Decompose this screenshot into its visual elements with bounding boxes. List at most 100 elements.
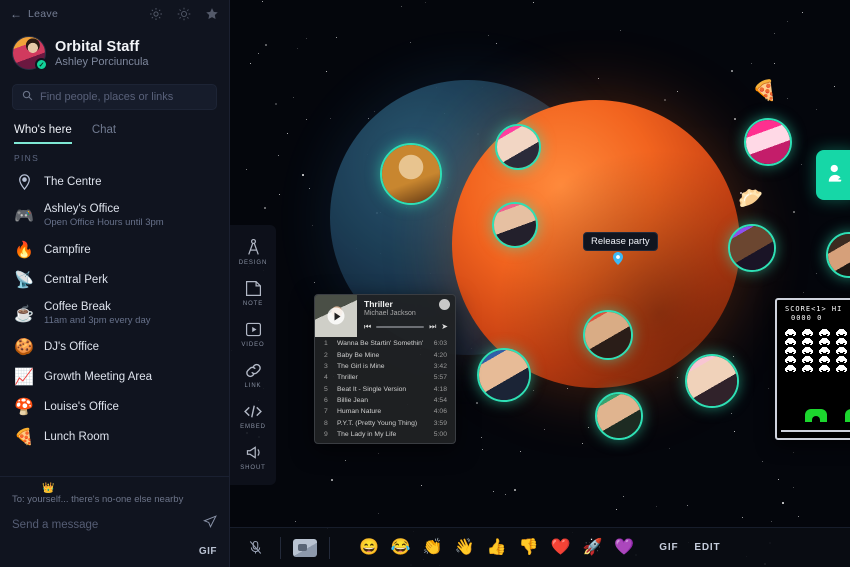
camera-thumb-icon[interactable] — [293, 538, 317, 557]
pin-item[interactable]: The Centre — [0, 167, 229, 197]
reaction-emoji[interactable]: 😄 — [354, 539, 384, 556]
pin-item[interactable]: 🔥 Campfire — [0, 235, 229, 265]
avatar-bubble-3[interactable] — [477, 348, 531, 402]
gear-icon[interactable] — [149, 7, 163, 21]
track-row[interactable]: 4 Thriller 5:57 — [315, 372, 455, 383]
tool-link[interactable]: LINK — [230, 354, 276, 395]
invader-sprite-icon — [836, 328, 847, 337]
raise-hand-card[interactable] — [816, 150, 850, 200]
tab-chat[interactable]: Chat — [92, 124, 116, 144]
pin-emoji-icon: 🎮 — [14, 207, 34, 225]
reaction-emoji[interactable]: 😂 — [386, 539, 416, 556]
space-invaders-widget[interactable]: SCORE<1> HI 0000 0 — [775, 298, 850, 440]
gif-button[interactable]: GIF — [651, 542, 686, 553]
invader-sprite-icon — [802, 346, 813, 355]
reaction-emoji[interactable]: 👎 — [514, 539, 544, 556]
pin-item[interactable]: ☕ Coffee Break 11am and 3pm every day — [0, 295, 229, 333]
track-row[interactable]: 2 Baby Be Mine 4:20 — [315, 349, 455, 360]
reaction-emoji[interactable]: 👏 — [418, 539, 448, 556]
pin-title: DJ's Office — [44, 341, 100, 354]
send-icon[interactable] — [203, 515, 217, 534]
sidebar-tabs[interactable]: Who's here Chat — [0, 114, 229, 144]
track-title: Thriller — [364, 299, 393, 309]
search-bar[interactable] — [12, 84, 217, 110]
space-canvas[interactable]: Release party 🍕 🥟 Thriller Michael Jacks… — [230, 0, 850, 567]
share-icon[interactable]: ➤ — [441, 323, 448, 331]
avatar[interactable]: ✓ — [12, 36, 48, 71]
avatar-bubble-8[interactable] — [728, 224, 776, 272]
arrow-left-icon[interactable]: ← — [10, 8, 22, 20]
room-tooltip: Release party — [583, 232, 658, 251]
message-composer: 👑 To: yourself... there's no-one else ne… — [0, 476, 229, 567]
sidebar: ← Leave ✓ Orbital Staff Ashley Porciuncu… — [0, 0, 230, 567]
track-number: 5 — [324, 385, 328, 393]
message-input-row[interactable] — [12, 509, 217, 534]
track-list[interactable]: 1 Wanna Be Startin' Somethin' 6:03 2 Baby Be… — [315, 337, 455, 443]
pin-item[interactable]: 🍕 Lunch Room — [0, 422, 229, 452]
track-row[interactable]: 6 Billie Jean 4:54 — [315, 395, 455, 406]
room-pin-icon[interactable] — [613, 252, 623, 265]
pin-item[interactable]: 📡 Central Perk — [0, 265, 229, 295]
message-input[interactable] — [12, 518, 195, 531]
pin-subtitle: 11am and 3pm every day — [44, 315, 151, 327]
avatar-bubble-7[interactable] — [744, 118, 792, 166]
avatar-bubble-dog[interactable] — [380, 143, 442, 205]
reaction-emoji[interactable]: ❤️ — [546, 539, 576, 556]
invader-row — [785, 337, 850, 346]
edit-button[interactable]: EDIT — [686, 542, 728, 553]
pin-item[interactable]: 🍄 Louise's Office — [0, 392, 229, 422]
pin-item[interactable]: 🍪 DJ's Office — [0, 332, 229, 362]
track-row[interactable]: 1 Wanna Be Startin' Somethin' 6:03 — [315, 338, 455, 349]
bottom-toolbar[interactable]: 😄 😂 👏 👋 👍 👎 ❤️ 🚀 💜 GIF EDIT — [230, 527, 850, 567]
track-number: 2 — [324, 351, 328, 359]
tool-note[interactable]: NOTE — [230, 272, 276, 313]
avatar-bubble-5[interactable] — [595, 392, 643, 440]
tab-whos-here[interactable]: Who's here — [14, 124, 72, 144]
search-input[interactable] — [40, 91, 207, 103]
avatar-bubble-2[interactable] — [492, 202, 538, 248]
tool-embed[interactable]: EMBED — [230, 395, 276, 436]
sidebar-header: ← Leave — [0, 0, 229, 28]
avatar-bubble-6[interactable] — [685, 354, 739, 408]
track-duration: 4:06 — [433, 408, 447, 416]
track-row[interactable]: 9 The Lady in My Life 5:00 — [315, 429, 455, 440]
invader-sprite-icon — [785, 355, 796, 364]
avatar-bubble-4[interactable] — [583, 310, 633, 360]
pin-item[interactable]: 🎮 Ashley's Office Open Office Hours until … — [0, 197, 229, 235]
track-row[interactable]: 3 The Girl is Mine 3:42 — [315, 361, 455, 372]
pin-title: The Centre — [44, 175, 102, 188]
ground-line — [781, 430, 850, 432]
reactions-section[interactable]: 😄 😂 👏 👋 👍 👎 ❤️ 🚀 💜 — [330, 528, 651, 567]
reaction-emoji[interactable]: 💜 — [609, 539, 639, 556]
tool-video[interactable]: VIDEO — [230, 313, 276, 354]
breadcrumb-label[interactable]: Leave — [28, 8, 58, 20]
tool-design[interactable]: DESIGN — [230, 231, 276, 272]
skip-forward-icon[interactable]: ⏭ — [429, 323, 436, 331]
avatar-bubble-1[interactable] — [495, 124, 541, 170]
reaction-emoji[interactable]: 🚀 — [577, 539, 607, 556]
spotify-widget[interactable]: Thriller Michael Jackson ⏮ ⏭ ➤ 1 Wanna Be… — [314, 294, 456, 445]
skip-back-icon[interactable]: ⏮ — [364, 323, 371, 331]
camera-section — [281, 528, 329, 567]
progress-bar[interactable] — [376, 326, 425, 328]
track-row[interactable]: 5 Beat It - Single Version 4:18 — [315, 384, 455, 395]
tool-shout[interactable]: SHOUT — [230, 436, 276, 477]
profile-block[interactable]: ✓ Orbital Staff Ashley Porciuncula — [0, 28, 229, 76]
tool-embed-label: EMBED — [240, 424, 266, 430]
pins-list[interactable]: The Centre 🎮 Ashley's Office Open Office Ho… — [0, 166, 229, 476]
tool-rail[interactable]: DESIGN NOTE VIDEO LINK EMBED SHOUT — [230, 225, 276, 485]
track-row[interactable]: 7 Human Nature 4:06 — [315, 406, 455, 417]
mic-muted-icon[interactable] — [242, 535, 268, 561]
star-icon[interactable] — [205, 7, 219, 21]
reaction-emoji[interactable]: 👋 — [450, 539, 480, 556]
gif-button-sidebar[interactable]: GIF — [199, 546, 217, 557]
brightness-icon[interactable] — [177, 7, 191, 21]
play-button[interactable] — [327, 307, 345, 325]
pin-item[interactable]: 📈 Growth Meeting Area — [0, 362, 229, 392]
invaders-score-label: SCORE<1> HI — [785, 305, 843, 313]
pin-title: Louise's Office — [44, 401, 119, 414]
track-row[interactable]: 8 P.Y.T. (Pretty Young Thing) 3:59 — [315, 418, 455, 429]
reaction-emoji[interactable]: 👍 — [482, 539, 512, 556]
pin-title: Lunch Room — [44, 431, 110, 444]
pin-title: Growth Meeting Area — [44, 371, 153, 384]
